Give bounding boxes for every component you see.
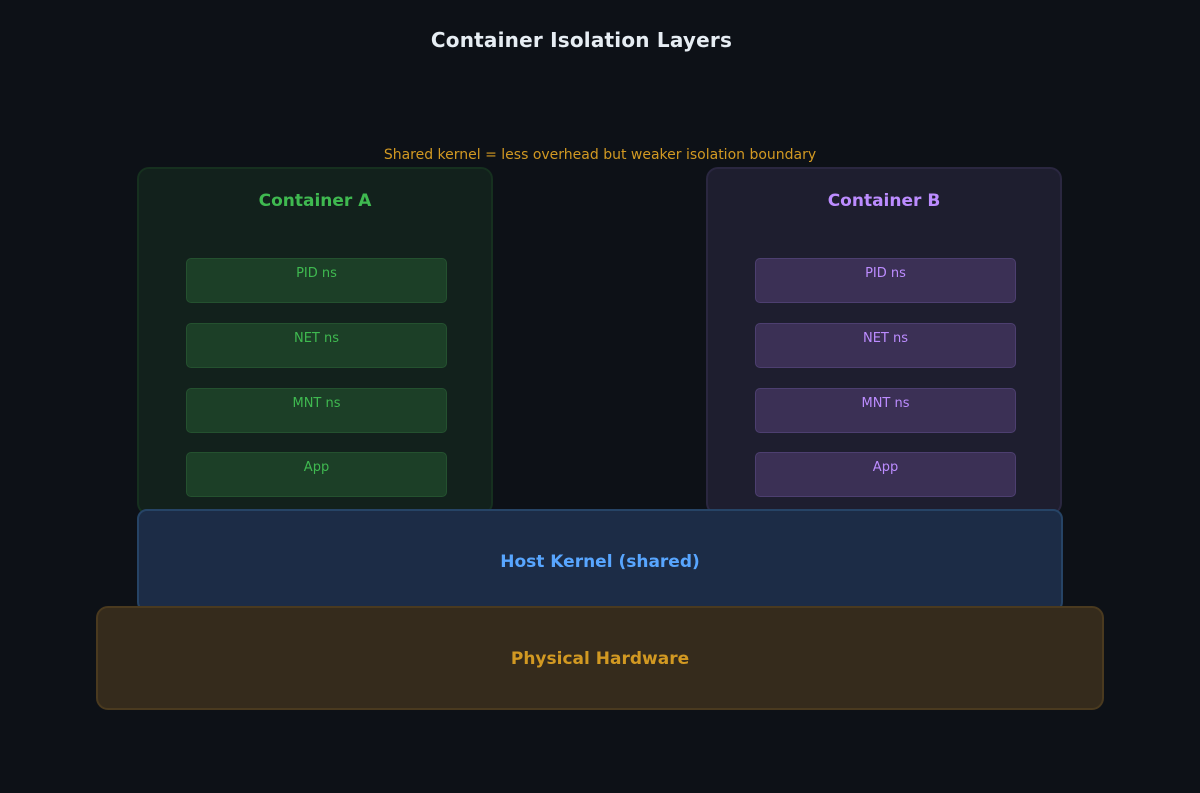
container-a-app-layer: App [186, 452, 447, 497]
container-b-pid-ns-layer: PID ns [755, 258, 1016, 303]
host-kernel-box: Host Kernel (shared) [137, 509, 1063, 612]
physical-hardware-label: Physical Hardware [510, 649, 690, 669]
diagram-title: Container Isolation Layers [430, 28, 733, 52]
container-b-box: Container B PID ns NET ns MNT ns App [706, 167, 1062, 515]
container-b-app-layer: App [755, 452, 1016, 497]
container-b-title: Container B [827, 191, 941, 211]
container-b-net-ns-layer: NET ns [755, 323, 1016, 368]
physical-hardware-box: Physical Hardware [96, 606, 1104, 710]
container-a-net-ns-layer: NET ns [186, 323, 447, 368]
shared-kernel-note: Shared kernel = less overhead but weaker… [383, 147, 817, 163]
host-kernel-label: Host Kernel (shared) [500, 552, 700, 572]
container-b-mnt-ns-layer: MNT ns [755, 388, 1016, 433]
container-a-box: Container A PID ns NET ns MNT ns App [137, 167, 493, 515]
container-a-pid-ns-layer: PID ns [186, 258, 447, 303]
container-a-title: Container A [258, 191, 372, 211]
container-a-mnt-ns-layer: MNT ns [186, 388, 447, 433]
